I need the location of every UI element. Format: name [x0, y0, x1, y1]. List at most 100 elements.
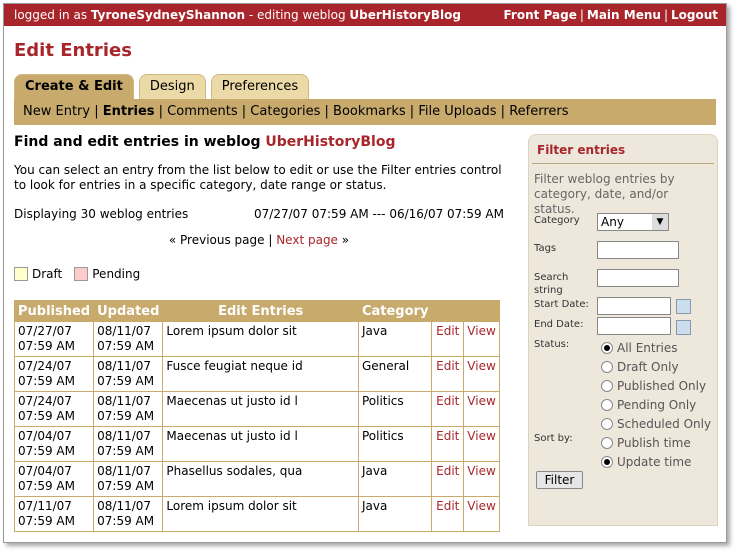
table-row: 07/04/07 07:59 AM 08/11/07 07:59 AM Phasellu…: [13, 461, 500, 497]
cell-title: Maecenas ut justo id l: [162, 391, 359, 427]
sort-publish-label: Publish time: [617, 436, 691, 450]
table-header: Published Updated Edit Entries Category: [13, 300, 500, 322]
subnav-comments[interactable]: Comments: [167, 104, 237, 119]
description: You can select an entry from the list be…: [14, 163, 502, 192]
calendar-icon[interactable]: [676, 320, 691, 335]
view-link[interactable]: View: [463, 496, 500, 532]
subnav-file-uploads[interactable]: File Uploads: [418, 104, 496, 119]
status-draft-radio[interactable]: Draft Only: [601, 360, 679, 374]
table-row: 07/24/07 07:59 AM 08/11/07 07:59 AM Fusce fe…: [13, 356, 500, 392]
search-input[interactable]: [597, 269, 679, 287]
cell-title: Phasellus sodales, qua: [162, 461, 359, 497]
status-pending-radio[interactable]: Pending Only: [601, 398, 696, 412]
radio-icon: [601, 380, 613, 392]
cell-updated: 08/11/07 07:59 AM: [93, 391, 164, 427]
next-page-link[interactable]: Next page: [276, 233, 338, 247]
logout-link[interactable]: Logout: [671, 8, 718, 22]
status-pending-label: Pending Only: [617, 398, 697, 412]
cell-title: Fusce feugiat neque id: [162, 356, 359, 392]
cell-title-text: Lorem ipsum dolor sit: [166, 324, 297, 338]
edit-link[interactable]: Edit: [431, 391, 465, 427]
tab-preferences[interactable]: Preferences: [210, 74, 310, 99]
table-row: 07/04/07 07:59 AM 08/11/07 07:59 AM Maecenas…: [13, 426, 500, 462]
table-row: 07/11/07 07:59 AM 08/11/07 07:59 AM Lorem ip…: [13, 496, 500, 532]
cell-updated-text: 08/11/07: [97, 324, 152, 338]
cell-updated-text: 08/11/07: [97, 394, 152, 408]
status-all-radio[interactable]: All Entries: [601, 341, 678, 355]
col-updated: Updated: [93, 300, 164, 322]
sort-update-radio[interactable]: Update time: [601, 455, 691, 469]
cell-updated: 08/11/07 07:59 AM: [93, 496, 164, 532]
tags-input[interactable]: [597, 241, 679, 259]
entries-table: Published Updated Edit Entries Category …: [13, 300, 500, 532]
cell-title: Maecenas ut justo id l: [162, 426, 359, 462]
subnav-bookmarks[interactable]: Bookmarks: [333, 104, 406, 119]
view-link[interactable]: View: [463, 321, 500, 357]
section-heading: Find and edit entries in weblog UberHist…: [14, 134, 504, 150]
view-link[interactable]: View: [463, 391, 500, 427]
tab-design[interactable]: Design: [138, 74, 206, 99]
cell-published: 07/27/07 07:59 AM: [13, 321, 95, 357]
start-date-input[interactable]: [597, 297, 671, 315]
status-published-radio[interactable]: Published Only: [601, 379, 706, 393]
cell-updated-text: 07:59 AM: [97, 339, 155, 353]
edit-link[interactable]: Edit: [431, 496, 465, 532]
subnav-categories[interactable]: Categories: [250, 104, 320, 119]
page-title: Edit Entries: [14, 40, 132, 61]
next-arrow-icon: »: [341, 233, 350, 247]
heading-text: Find and edit entries in weblog: [14, 134, 261, 150]
view-link[interactable]: View: [463, 461, 500, 497]
filter-button[interactable]: Filter: [536, 471, 583, 489]
view-link[interactable]: View: [463, 356, 500, 392]
cell-updated: 08/11/07 07:59 AM: [93, 356, 164, 392]
end-date-label: End Date:: [534, 319, 584, 330]
edit-link[interactable]: Edit: [431, 321, 465, 357]
cell-published: 07/24/07 07:59 AM: [13, 356, 95, 392]
cell-updated: 08/11/07 07:59 AM: [93, 321, 164, 357]
category-select[interactable]: Any ▼: [597, 213, 669, 231]
edit-link[interactable]: Edit: [431, 356, 465, 392]
category-value: Any: [601, 215, 624, 229]
editing-label: - editing weblog: [248, 8, 346, 22]
draft-swatch: [14, 267, 28, 281]
edit-link-text: Edit: [436, 394, 460, 408]
cell-published-text: 07:59 AM: [18, 514, 75, 528]
sub-navigation: New Entry | Entries | Comments | Categor…: [14, 99, 716, 125]
subnav-referrers[interactable]: Referrers: [509, 104, 568, 119]
cell-updated: 08/11/07 07:59 AM: [93, 426, 164, 462]
edit-link-text: Edit: [436, 359, 460, 373]
cell-updated-text: 08/11/07: [97, 464, 152, 478]
status-all-label: All Entries: [617, 341, 678, 355]
end-date-input[interactable]: [597, 317, 671, 335]
cell-published-text: 07:59 AM: [18, 479, 75, 493]
cell-updated-text: 07:59 AM: [97, 514, 155, 528]
subnav-entries[interactable]: Entries: [103, 104, 155, 119]
cell-published-text: 07/24/07: [18, 394, 72, 408]
cell-category-text: Java: [361, 464, 388, 478]
pending-label: Pending: [92, 267, 141, 281]
tab-create-edit[interactable]: Create & Edit: [14, 74, 134, 99]
front-page-link[interactable]: Front Page: [503, 8, 576, 22]
status-published-label: Published Only: [617, 379, 707, 393]
view-link[interactable]: View: [463, 426, 500, 462]
logged-in-label: logged in as: [14, 8, 88, 22]
date-range: 07/27/07 07:59 AM --- 06/16/07 07:59 AM: [254, 207, 504, 221]
cell-published-text: 07:59 AM: [18, 374, 75, 388]
status-scheduled-radio[interactable]: Scheduled Only: [601, 417, 711, 431]
cell-published: 07/04/07 07:59 AM: [13, 461, 95, 497]
table-row: 07/27/07 07:59 AM 08/11/07 07:59 AM Lorem ip…: [13, 321, 500, 357]
cell-updated-text: 08/11/07: [97, 429, 152, 443]
subnav-new-entry[interactable]: New Entry: [23, 104, 90, 119]
calendar-icon[interactable]: [676, 299, 691, 314]
main-menu-link[interactable]: Main Menu: [587, 8, 661, 22]
sort-publish-radio[interactable]: Publish time: [601, 436, 691, 450]
edit-link-text: Edit: [436, 324, 460, 338]
edit-link[interactable]: Edit: [431, 426, 465, 462]
cell-category: Java: [357, 496, 433, 532]
cell-updated-text: 08/11/07: [97, 359, 152, 373]
cell-title-text: Lorem ipsum dolor sit: [166, 499, 297, 513]
cell-published: 07/11/07 07:59 AM: [13, 496, 95, 532]
cell-published-text: 07/11/07: [18, 499, 72, 513]
edit-link[interactable]: Edit: [431, 461, 465, 497]
table-row: 07/24/07 07:59 AM 08/11/07 07:59 AM Maecenas…: [13, 391, 500, 427]
